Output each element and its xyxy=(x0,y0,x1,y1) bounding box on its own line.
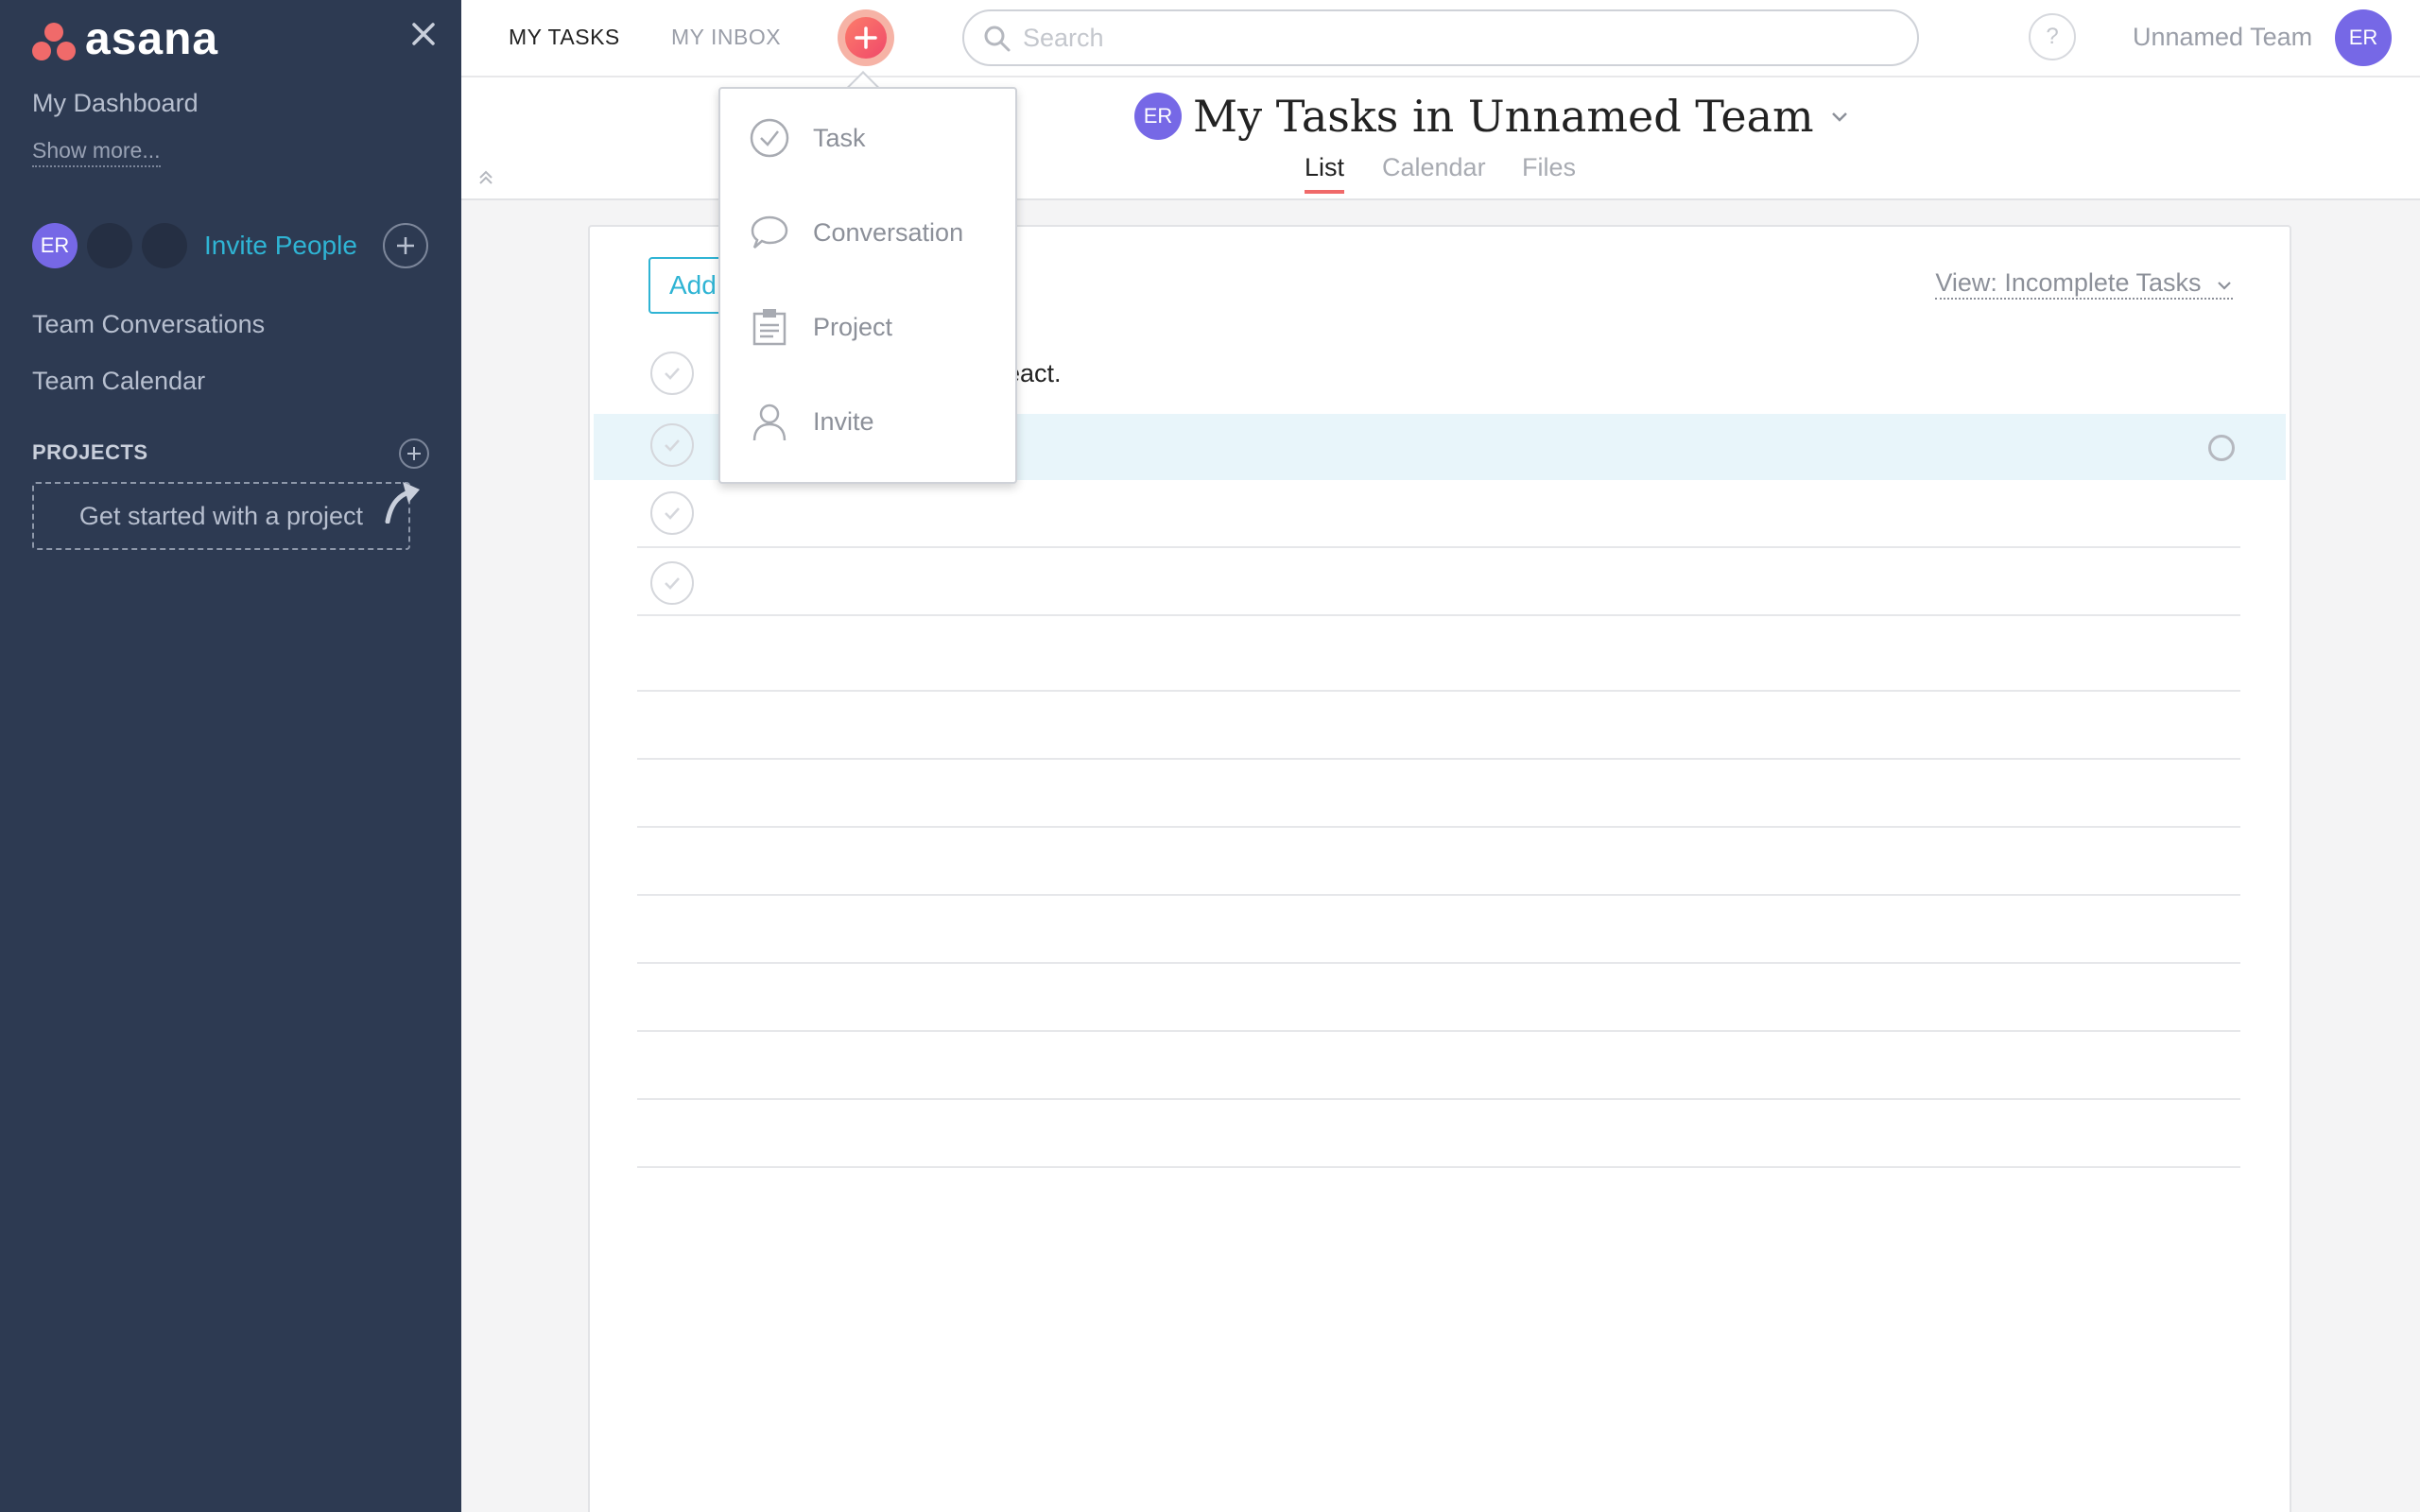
divider xyxy=(637,758,2240,760)
avatar: ER xyxy=(1134,93,1182,140)
plus-icon xyxy=(397,237,414,254)
menu-item-label: Conversation xyxy=(813,217,964,247)
menu-item-label: Task xyxy=(813,123,866,152)
tab-calendar[interactable]: Calendar xyxy=(1382,153,1486,182)
quick-add-button[interactable] xyxy=(838,9,894,66)
team-calendar-link[interactable]: Team Calendar xyxy=(32,367,205,396)
page-title-group[interactable]: ER My Tasks in Unnamed Team xyxy=(1134,91,1850,142)
menu-item-invite[interactable]: Invite xyxy=(720,374,1015,469)
search-placeholder: Search xyxy=(1023,23,1104,52)
assignee-circle-icon[interactable] xyxy=(2208,435,2235,461)
add-project-button[interactable] xyxy=(399,438,429,469)
my-dashboard-link[interactable]: My Dashboard xyxy=(32,89,199,118)
check-icon[interactable] xyxy=(650,491,694,535)
team-name-link[interactable]: Unnamed Team xyxy=(2133,23,2312,52)
quick-add-menu: Task Conversation Project Invite xyxy=(718,87,1017,484)
show-more-link[interactable]: Show more... xyxy=(32,138,161,167)
table-row[interactable] xyxy=(637,550,2240,616)
check-circle-icon xyxy=(750,118,789,158)
team-members: ER Invite People xyxy=(32,223,357,268)
view-filter-label: View: Incomplete Tasks xyxy=(1935,268,2202,297)
menu-item-label: Project xyxy=(813,312,893,341)
menu-item-task[interactable]: Task xyxy=(720,91,1015,185)
search-input[interactable]: Search xyxy=(962,9,1919,66)
my-inbox-tab[interactable]: MY INBOX xyxy=(671,25,781,50)
invite-people-link[interactable]: Invite People xyxy=(204,231,357,261)
top-bar: MY TASKS MY INBOX Search ? Unnamed Team … xyxy=(461,0,2420,77)
page-title: My Tasks in Unnamed Team xyxy=(1193,91,1814,142)
help-button[interactable]: ? xyxy=(2029,13,2076,60)
table-row[interactable] xyxy=(637,482,2240,548)
check-icon[interactable] xyxy=(650,423,694,467)
person-icon xyxy=(752,404,786,441)
chevron-down-icon xyxy=(2218,282,2231,290)
plus-icon xyxy=(845,17,887,59)
get-started-project-button[interactable]: Get started with a project xyxy=(32,482,410,550)
menu-item-project[interactable]: Project xyxy=(720,280,1015,374)
sidebar: asana My Dashboard Show more... ER Invit… xyxy=(0,0,461,1512)
tab-files[interactable]: Files xyxy=(1522,153,1576,182)
collapse-up-icon[interactable] xyxy=(476,168,495,187)
menu-item-conversation[interactable]: Conversation xyxy=(720,185,1015,280)
speech-bubble-icon xyxy=(751,215,788,249)
avatar[interactable]: ER xyxy=(32,223,78,268)
team-conversations-link[interactable]: Team Conversations xyxy=(32,310,265,339)
divider xyxy=(637,826,2240,828)
divider xyxy=(637,1166,2240,1168)
divider xyxy=(637,690,2240,692)
close-icon[interactable] xyxy=(408,19,439,49)
empty-member-slot xyxy=(87,223,132,268)
user-avatar[interactable]: ER xyxy=(2335,9,2392,66)
menu-item-label: Invite xyxy=(813,406,874,436)
divider xyxy=(637,1098,2240,1100)
tab-list[interactable]: List xyxy=(1305,153,1345,194)
asana-logo[interactable]: asana xyxy=(32,14,218,65)
asana-logo-icon xyxy=(32,21,78,62)
divider xyxy=(637,894,2240,896)
clipboard-icon xyxy=(752,309,786,346)
check-icon[interactable] xyxy=(650,561,694,605)
check-icon[interactable] xyxy=(650,352,694,395)
my-tasks-tab[interactable]: MY TASKS xyxy=(509,25,620,50)
curved-arrow-icon xyxy=(385,482,420,524)
add-member-button[interactable] xyxy=(383,223,428,268)
plus-icon xyxy=(407,447,421,460)
divider xyxy=(637,962,2240,964)
search-icon xyxy=(984,26,1011,52)
projects-header: PROJECTS xyxy=(32,440,148,464)
divider xyxy=(637,1030,2240,1032)
view-filter-dropdown[interactable]: View: Incomplete Tasks xyxy=(1935,268,2233,300)
chevron-down-icon[interactable] xyxy=(1829,110,1850,123)
empty-member-slot xyxy=(142,223,187,268)
logo-text: asana xyxy=(85,14,219,64)
